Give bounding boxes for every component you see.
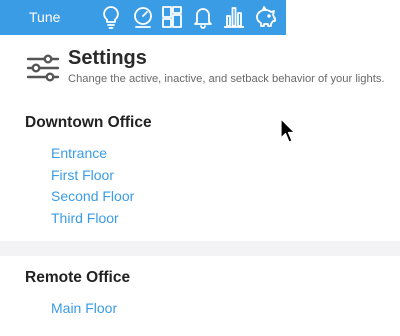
- location-card: Remote Office Main Floor: [0, 256, 400, 336]
- settings-sliders-icon: [26, 53, 60, 83]
- floor-link-entrance[interactable]: Entrance: [51, 143, 134, 165]
- list-item: Second Floor: [51, 186, 134, 208]
- top-nav-bar: Tune: [0, 0, 286, 35]
- app-brand[interactable]: Tune: [29, 9, 60, 25]
- bell-icon[interactable]: [191, 4, 215, 30]
- location-title: Downtown Office: [25, 114, 152, 131]
- floor-link-first-floor[interactable]: First Floor: [51, 165, 134, 187]
- location-title: Remote Office: [25, 269, 131, 286]
- floor-list: Main Floor: [51, 298, 117, 320]
- dashboard-grid-icon[interactable]: [160, 4, 184, 30]
- floor-link-second-floor[interactable]: Second Floor: [51, 186, 134, 208]
- floor-link-main-floor[interactable]: Main Floor: [51, 298, 117, 320]
- floor-link-third-floor[interactable]: Third Floor: [51, 208, 134, 230]
- gauge-icon[interactable]: [131, 4, 155, 30]
- floor-list: Entrance First Floor Second Floor Third …: [51, 143, 134, 230]
- location-card: Downtown Office Entrance First Floor Sec…: [0, 101, 400, 241]
- list-item: Entrance: [51, 143, 134, 165]
- list-item: Third Floor: [51, 208, 134, 230]
- list-item: First Floor: [51, 165, 134, 187]
- settings-content: Downtown Office Entrance First Floor Sec…: [0, 101, 400, 336]
- list-item: Main Floor: [51, 298, 117, 320]
- piggy-bank-icon[interactable]: [253, 4, 277, 30]
- page-subtitle: Change the active, inactive, and setback…: [68, 73, 385, 85]
- page-title: Settings: [68, 47, 147, 69]
- page-header: Settings Change the active, inactive, an…: [0, 35, 400, 101]
- lightbulb-icon[interactable]: [99, 4, 123, 30]
- bar-chart-icon[interactable]: [222, 4, 246, 30]
